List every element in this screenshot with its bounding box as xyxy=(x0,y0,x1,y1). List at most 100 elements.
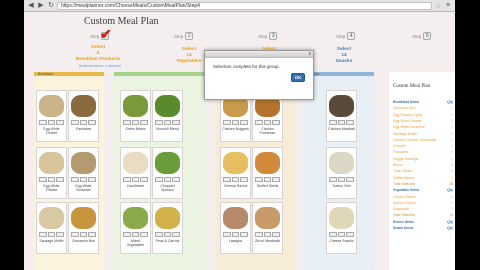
close-icon[interactable]: x xyxy=(309,51,312,57)
decrement-button[interactable] xyxy=(155,232,163,237)
increment-button[interactable] xyxy=(88,232,97,237)
quantity-stepper[interactable] xyxy=(223,177,249,182)
increment-button[interactable] xyxy=(56,177,65,182)
decrement-button[interactable] xyxy=(155,177,163,182)
meal-card[interactable]: Chicken Meatball xyxy=(326,90,357,142)
decrement-button[interactable] xyxy=(123,232,131,237)
increment-button[interactable] xyxy=(240,120,249,125)
increment-button[interactable] xyxy=(140,232,149,237)
meal-card[interactable]: Broccoli Blend xyxy=(152,90,183,142)
meal-card[interactable]: Cheese Snacks xyxy=(326,202,357,254)
bookmark-star-icon[interactable]: ☆ xyxy=(434,2,442,10)
quantity-stepper[interactable] xyxy=(329,177,355,182)
decrement-button[interactable] xyxy=(255,120,263,125)
decrement-button[interactable] xyxy=(39,232,47,237)
decrement-button[interactable] xyxy=(255,177,263,182)
quantity-stepper[interactable] xyxy=(123,232,149,237)
reload-icon[interactable]: ↻ xyxy=(47,2,55,10)
quantity-field[interactable] xyxy=(131,232,140,237)
meal-card[interactable]: Egg White Frittata xyxy=(36,147,67,199)
meal-card[interactable]: Turkey Chili xyxy=(326,147,357,199)
quantity-field[interactable] xyxy=(337,177,346,182)
decrement-button[interactable] xyxy=(329,232,337,237)
quantity-stepper[interactable] xyxy=(71,120,97,125)
meal-card[interactable]: Cinnamon Bun xyxy=(68,202,99,254)
quantity-stepper[interactable] xyxy=(155,232,181,237)
quantity-field[interactable] xyxy=(263,177,272,182)
decrement-button[interactable] xyxy=(123,120,131,125)
quantity-field[interactable] xyxy=(47,232,56,237)
meal-card[interactable]: Lasagna xyxy=(220,202,251,254)
quantity-stepper[interactable] xyxy=(123,177,149,182)
quantity-field[interactable] xyxy=(337,232,346,237)
meal-card[interactable]: Cheese Ravioli xyxy=(220,147,251,199)
quantity-field[interactable] xyxy=(79,232,88,237)
increment-button[interactable] xyxy=(272,177,281,182)
quantity-stepper[interactable] xyxy=(155,120,181,125)
meal-card[interactable]: Peas & Carrots xyxy=(152,202,183,254)
increment-button[interactable] xyxy=(172,177,181,182)
quantity-stepper[interactable] xyxy=(223,120,249,125)
quantity-stepper[interactable] xyxy=(39,120,65,125)
increment-button[interactable] xyxy=(346,177,355,182)
meal-card[interactable]: Sausage Muffin xyxy=(36,202,67,254)
quantity-field[interactable] xyxy=(163,120,172,125)
meal-card[interactable]: Mixed Vegetables xyxy=(120,202,151,254)
increment-button[interactable] xyxy=(172,232,181,237)
quantity-stepper[interactable] xyxy=(123,120,149,125)
quantity-stepper[interactable] xyxy=(329,120,355,125)
step-number-badge[interactable]: 4 xyxy=(347,32,356,40)
quantity-stepper[interactable] xyxy=(255,232,281,237)
increment-button[interactable] xyxy=(272,120,281,125)
decrement-button[interactable] xyxy=(39,177,47,182)
quantity-field[interactable] xyxy=(47,177,56,182)
increment-button[interactable] xyxy=(172,120,181,125)
quantity-field[interactable] xyxy=(79,177,88,182)
quantity-field[interactable] xyxy=(131,177,140,182)
increment-button[interactable] xyxy=(140,120,149,125)
quantity-stepper[interactable] xyxy=(39,177,65,182)
quantity-field[interactable] xyxy=(231,232,240,237)
meal-card[interactable]: Ziti w/ Meatballs xyxy=(252,202,283,254)
meal-card[interactable]: Egg White Scramble xyxy=(68,147,99,199)
meal-card[interactable]: Stuffed Shells xyxy=(252,147,283,199)
quantity-stepper[interactable] xyxy=(71,232,97,237)
quantity-stepper[interactable] xyxy=(39,232,65,237)
decrement-button[interactable] xyxy=(329,177,337,182)
quantity-field[interactable] xyxy=(263,232,272,237)
meal-card[interactable]: Cauliflower xyxy=(120,147,151,199)
increment-button[interactable] xyxy=(272,232,281,237)
decrement-button[interactable] xyxy=(223,120,231,125)
back-icon[interactable]: ◀ xyxy=(27,2,35,10)
increment-button[interactable] xyxy=(56,120,65,125)
quantity-stepper[interactable] xyxy=(71,177,97,182)
forward-icon[interactable]: ▶ xyxy=(37,2,45,10)
increment-button[interactable] xyxy=(56,232,65,237)
increment-button[interactable] xyxy=(140,177,149,182)
quantity-stepper[interactable] xyxy=(255,120,281,125)
step-number-badge[interactable]: 3 xyxy=(269,32,278,40)
decrement-button[interactable] xyxy=(223,177,231,182)
quantity-field[interactable] xyxy=(231,177,240,182)
meal-card[interactable]: Green Beans xyxy=(120,90,151,142)
meal-card[interactable]: Chopped Spinach xyxy=(152,147,183,199)
ok-button[interactable]: OK xyxy=(291,73,305,82)
decrement-button[interactable] xyxy=(155,120,163,125)
increment-button[interactable] xyxy=(88,177,97,182)
quantity-field[interactable] xyxy=(47,120,56,125)
quantity-field[interactable] xyxy=(131,120,140,125)
decrement-button[interactable] xyxy=(39,120,47,125)
increment-button[interactable] xyxy=(346,120,355,125)
step-number-badge[interactable]: 5 xyxy=(423,32,432,40)
quantity-stepper[interactable] xyxy=(329,232,355,237)
browser-menu-icon[interactable]: ≡ xyxy=(444,2,452,9)
decrement-button[interactable] xyxy=(223,232,231,237)
increment-button[interactable] xyxy=(88,120,97,125)
decrement-button[interactable] xyxy=(71,120,79,125)
increment-button[interactable] xyxy=(346,232,355,237)
decrement-button[interactable] xyxy=(123,177,131,182)
address-bar[interactable]: https://mealplanner.com/ChooseMeals/Cust… xyxy=(57,1,432,10)
decrement-button[interactable] xyxy=(255,232,263,237)
increment-button[interactable] xyxy=(240,232,249,237)
quantity-field[interactable] xyxy=(231,120,240,125)
